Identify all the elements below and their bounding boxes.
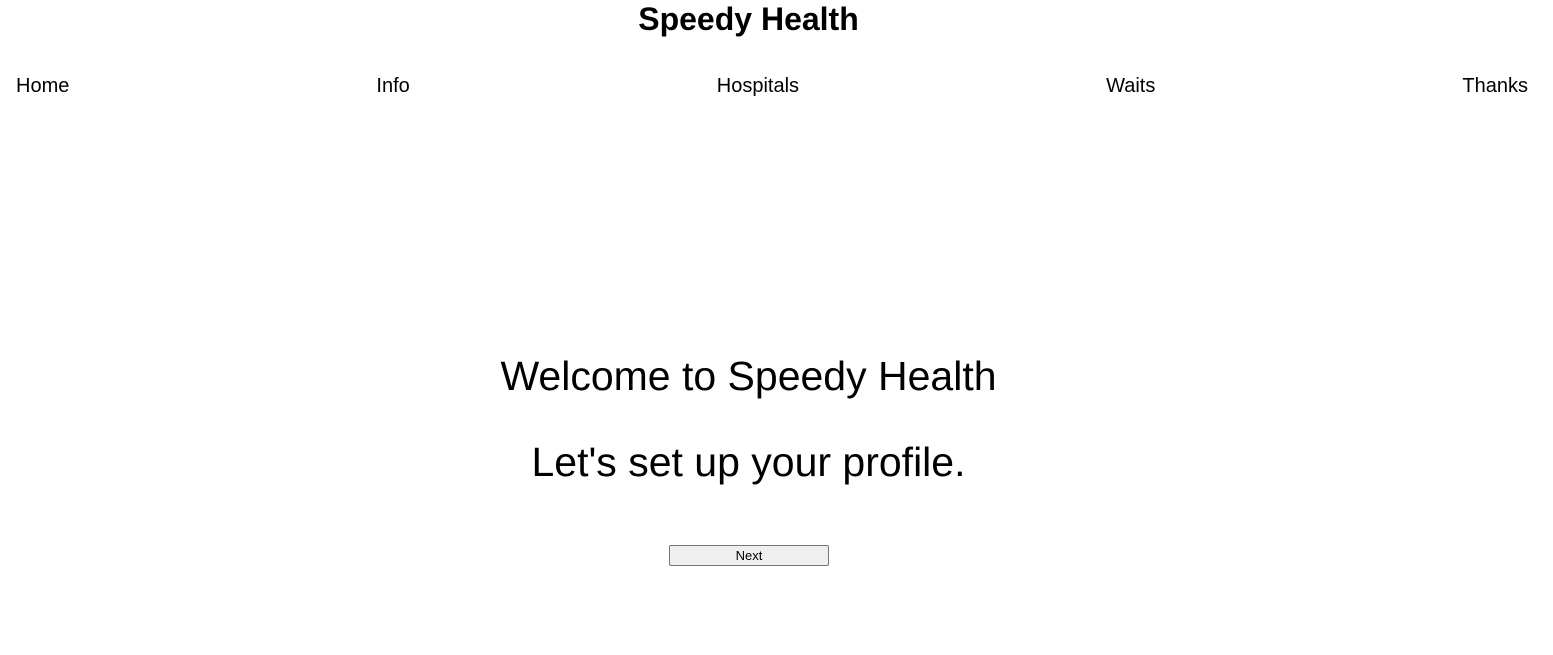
nav-item-home[interactable]: Home xyxy=(16,73,69,99)
nav-item-thanks[interactable]: Thanks xyxy=(1462,73,1528,99)
profile-setup-heading: Let's set up your profile. xyxy=(531,439,966,485)
site-title: Speedy Health xyxy=(638,1,859,37)
main-nav: Home Info Hospitals Waits Thanks xyxy=(16,73,1528,99)
page: Speedy Health Home Info Hospitals Waits … xyxy=(0,0,1553,655)
next-button[interactable]: Next xyxy=(669,545,829,566)
nav-item-info[interactable]: Info xyxy=(376,73,409,99)
nav-item-hospitals[interactable]: Hospitals xyxy=(717,73,799,99)
nav-item-waits[interactable]: Waits xyxy=(1106,73,1155,99)
welcome-heading: Welcome to Speedy Health xyxy=(500,353,997,399)
